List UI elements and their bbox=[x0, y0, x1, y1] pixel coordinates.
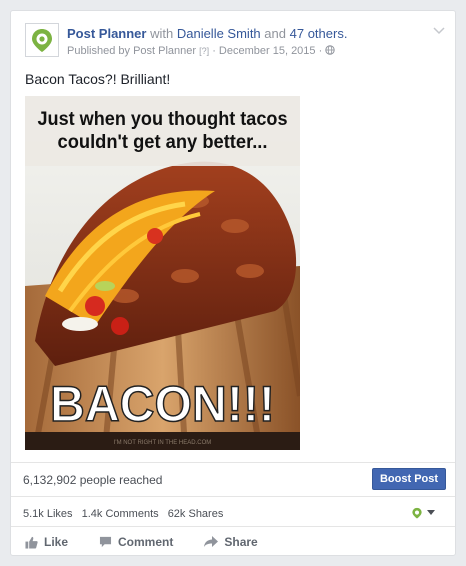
meta-separator-2: · bbox=[318, 45, 323, 57]
share-label: Share bbox=[224, 535, 258, 549]
comment-label: Comment bbox=[118, 535, 174, 549]
post-planner-selector[interactable] bbox=[411, 506, 435, 520]
caret-down-icon bbox=[427, 510, 435, 515]
post-planner-logo-icon bbox=[32, 29, 52, 52]
post-meta-line: Published by Post Planner [?] · December… bbox=[67, 45, 336, 57]
published-by-link[interactable]: Post Planner bbox=[133, 45, 196, 57]
photo-headline-line2: couldn't get any better... bbox=[58, 132, 268, 153]
published-prefix: Published by bbox=[67, 45, 130, 57]
globe-icon[interactable] bbox=[325, 45, 336, 55]
photo-watermark: I'M NOT RIGHT IN THE HEAD.COM bbox=[114, 440, 212, 446]
engagement-divider bbox=[11, 496, 455, 497]
tagged-person-link[interactable]: Danielle Smith bbox=[177, 26, 261, 41]
post-title-line: Post Planner with Danielle Smith and 47 … bbox=[67, 26, 347, 41]
page-name-link[interactable]: Post Planner bbox=[67, 26, 146, 41]
share-arrow-icon bbox=[204, 536, 219, 547]
boost-post-button[interactable]: Boost Post bbox=[372, 468, 446, 490]
comments-count[interactable]: 1.4k Comments bbox=[82, 508, 159, 520]
with-word: with bbox=[150, 26, 174, 41]
people-reached-text[interactable]: 6,132,902 people reached bbox=[23, 473, 162, 487]
photo-big-text: BACON!!! bbox=[50, 376, 275, 432]
share-button[interactable]: Share bbox=[204, 535, 258, 549]
actions-divider bbox=[11, 526, 455, 527]
and-word: and bbox=[264, 26, 286, 41]
post-text: Bacon Tacos?! Brilliant! bbox=[25, 71, 171, 87]
like-button[interactable]: Like bbox=[25, 535, 68, 549]
comment-button[interactable]: Comment bbox=[99, 535, 173, 549]
post-date-link[interactable]: December 15, 2015 bbox=[219, 45, 316, 57]
likes-count[interactable]: 5.1k Likes bbox=[23, 508, 73, 520]
post-planner-small-logo-icon bbox=[412, 507, 422, 519]
page-avatar[interactable] bbox=[25, 23, 59, 57]
post-photo[interactable]: Just when you thought tacos couldn't get… bbox=[25, 96, 300, 450]
post-options-chevron-icon[interactable] bbox=[431, 23, 447, 39]
help-question-link[interactable]: [?] bbox=[199, 46, 209, 56]
insights-divider bbox=[11, 462, 455, 463]
post-card: Post Planner with Danielle Smith and 47 … bbox=[10, 10, 456, 556]
post-header: Post Planner with Danielle Smith and 47 … bbox=[25, 23, 445, 63]
meta-separator: · bbox=[212, 45, 216, 57]
thumbs-up-icon bbox=[25, 536, 38, 549]
photo-headline-line1: Just when you thought tacos bbox=[38, 109, 288, 130]
post-actions-bar: Like Comment Share bbox=[25, 535, 289, 549]
comment-icon bbox=[99, 536, 112, 548]
others-link[interactable]: 47 others. bbox=[290, 26, 348, 41]
engagement-counts: 5.1k Likes 1.4k Comments 62k Shares bbox=[23, 508, 229, 520]
shares-count[interactable]: 62k Shares bbox=[168, 508, 224, 520]
like-label: Like bbox=[44, 535, 69, 549]
